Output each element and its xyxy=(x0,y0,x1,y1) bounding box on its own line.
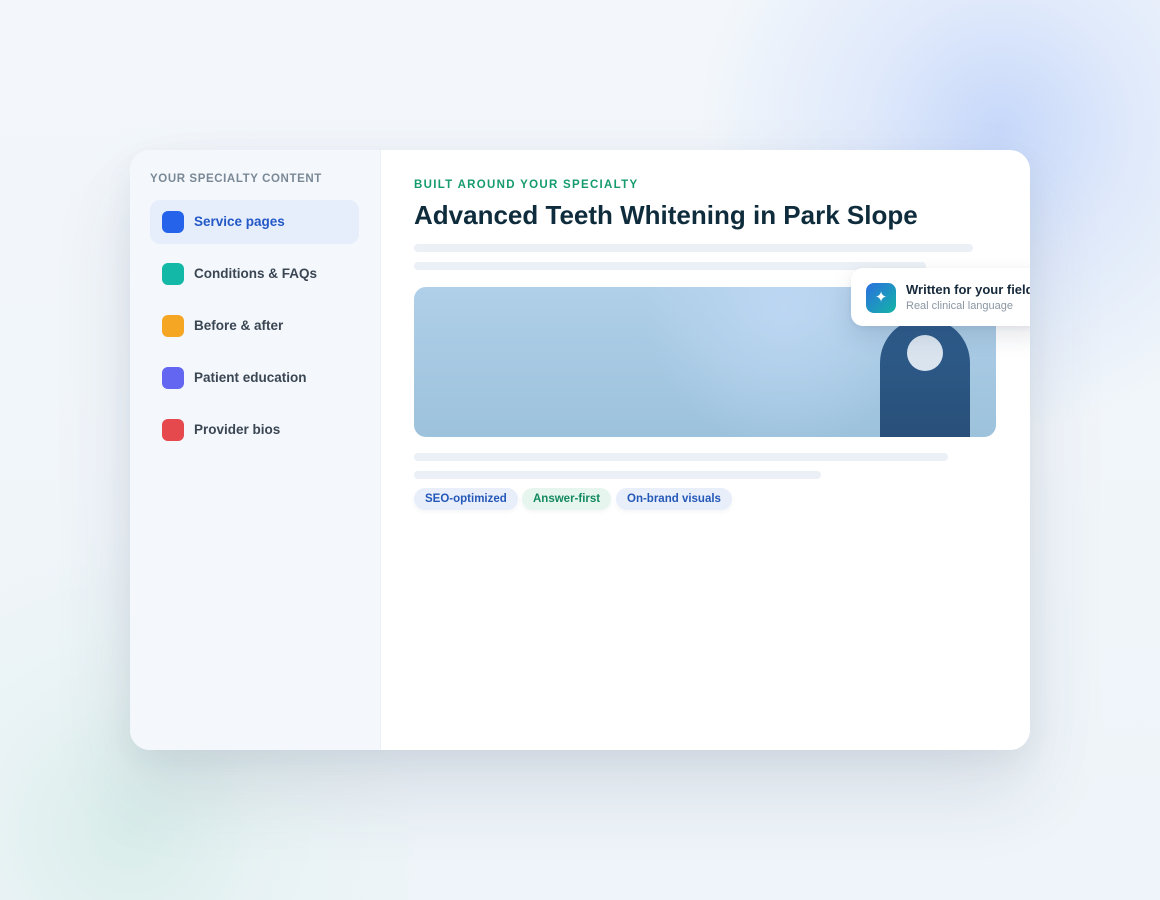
sidebar-item-patient-education[interactable]: Patient education xyxy=(150,356,359,400)
content-preview-card: YOUR SPECIALTY CONTENT Service pages Con… xyxy=(130,150,1030,750)
badge-subtitle: Real clinical language xyxy=(906,300,1014,312)
tag-answer-first: Answer-first xyxy=(522,488,612,510)
sidebar-item-conditions-faqs[interactable]: Conditions & FAQs xyxy=(150,252,359,296)
sparkle-icon: ✦ xyxy=(866,283,896,313)
tag-seo-optimized: SEO-optimized xyxy=(414,488,518,510)
page-preview: BUILT AROUND YOUR SPECIALTY Advanced Tee… xyxy=(414,150,1014,750)
sidebar-item-before-after[interactable]: Before & after xyxy=(150,304,359,348)
provider-figure-head xyxy=(907,335,943,371)
text-placeholder-line xyxy=(414,453,948,461)
page-title: Advanced Teeth Whitening in Park Slope xyxy=(414,200,918,230)
sidebar-item-provider-bios[interactable]: Provider bios xyxy=(150,408,359,452)
sidebar-heading: YOUR SPECIALTY CONTENT xyxy=(150,173,322,185)
sidebar-item-label: Service pages xyxy=(194,214,285,229)
patient-education-icon xyxy=(162,367,184,389)
sidebar-item-service-pages[interactable]: Service pages xyxy=(150,200,359,244)
service-pages-icon xyxy=(162,211,184,233)
text-placeholder-line xyxy=(414,471,821,479)
sidebar-item-label: Provider bios xyxy=(194,422,281,437)
text-placeholder-line xyxy=(414,262,926,270)
sidebar-item-label: Before & after xyxy=(194,318,284,333)
conditions-faqs-icon xyxy=(162,263,184,285)
before-after-icon xyxy=(162,315,184,337)
provider-bios-icon xyxy=(162,419,184,441)
badge-title: Written for your field xyxy=(906,282,1030,297)
eyebrow-label: BUILT AROUND YOUR SPECIALTY xyxy=(414,179,639,191)
written-for-field-badge: ✦ Written for your field Real clinical l… xyxy=(851,268,1030,326)
sidebar-item-label: Conditions & FAQs xyxy=(194,266,317,281)
tag-on-brand-visuals: On-brand visuals xyxy=(616,488,732,510)
text-placeholder-line xyxy=(414,244,973,252)
specialty-sidebar: YOUR SPECIALTY CONTENT Service pages Con… xyxy=(130,150,381,750)
sidebar-item-label: Patient education xyxy=(194,370,307,385)
